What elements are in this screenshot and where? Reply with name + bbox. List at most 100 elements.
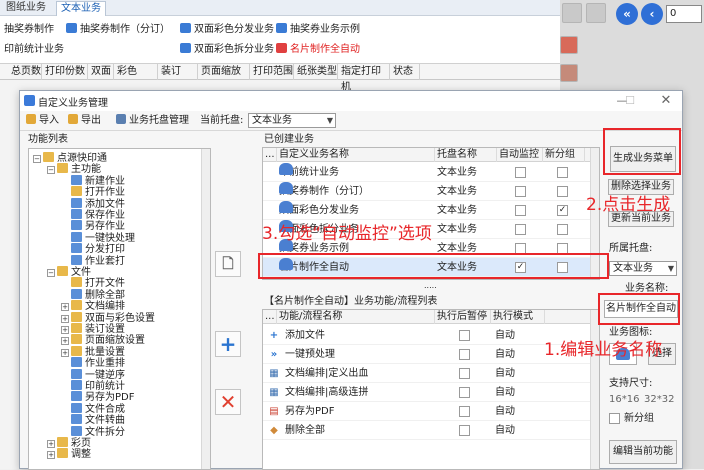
tree-item-label: 一键逆序 bbox=[85, 369, 125, 381]
created-business-row[interactable]: 印前统计业务 文本业务 bbox=[263, 163, 599, 182]
flow-name-cell: + 添加文件 bbox=[267, 326, 325, 345]
pause-after-checkbox[interactable] bbox=[459, 368, 470, 379]
tree-item-label: 添加文件 bbox=[85, 198, 125, 210]
flow-row[interactable]: ▤ 另存为PDF 自动 bbox=[263, 402, 599, 421]
ribbon-item-lottery[interactable]: 抽奖券制作 bbox=[4, 23, 54, 37]
column-print-range[interactable]: 打印范围 bbox=[250, 64, 294, 80]
first-page-icon[interactable]: « bbox=[616, 3, 638, 25]
header-dots[interactable]: ... bbox=[263, 310, 277, 324]
tray-select[interactable]: 文本业务 ▼ bbox=[609, 261, 677, 276]
expand-icon[interactable]: + bbox=[61, 326, 69, 334]
header-name[interactable]: 功能/流程名称 bbox=[277, 310, 435, 324]
expand-icon[interactable]: + bbox=[61, 348, 69, 357]
auto-monitor-checkbox[interactable] bbox=[515, 186, 526, 197]
delete-selected-button[interactable]: 删除选择业务 bbox=[608, 179, 674, 195]
header-newgroup[interactable]: 新分组 bbox=[543, 148, 585, 162]
new-group-checkbox[interactable] bbox=[557, 224, 568, 235]
flow-name-cell: ◆ 删除全部 bbox=[267, 421, 325, 440]
expand-icon[interactable]: + bbox=[61, 337, 69, 346]
collapse-icon[interactable]: − bbox=[47, 166, 55, 175]
fit-height-button[interactable] bbox=[586, 3, 606, 23]
thumbnail-icon[interactable] bbox=[560, 64, 578, 82]
import-button[interactable]: 导入 bbox=[26, 114, 59, 128]
column-paper-type[interactable]: 纸张类型 bbox=[294, 64, 338, 80]
exec-mode[interactable]: 自动 bbox=[495, 402, 515, 421]
ribbon-item-lottery-split[interactable]: 抽奖券制作（分订） bbox=[66, 23, 170, 37]
flow-grid-scrollbar[interactable] bbox=[590, 310, 599, 469]
prev-page-icon[interactable]: ‹ bbox=[641, 3, 663, 25]
header-dots[interactable]: ... bbox=[263, 148, 277, 162]
maximize-icon[interactable]: ☐ bbox=[620, 93, 640, 108]
tab-drawing-business[interactable]: 图纸业务 bbox=[2, 1, 50, 16]
column-status[interactable]: 状态 bbox=[390, 64, 420, 80]
header-auto[interactable]: 自动监控 bbox=[497, 148, 543, 162]
tree-item[interactable]: + 调整 bbox=[47, 448, 91, 461]
flow-row[interactable]: ▦ 文档编排|定义出血 自动 bbox=[263, 364, 599, 383]
pause-after-checkbox[interactable] bbox=[459, 330, 470, 341]
remove-button[interactable]: ✕ bbox=[215, 389, 241, 415]
exec-mode[interactable]: 自动 bbox=[495, 364, 515, 383]
header-name[interactable]: 自定义业务名称 bbox=[277, 148, 435, 162]
function-tree[interactable]: − 点源快印通 − 主功能 新建作业 打开作业 添加文件 保存作业 另存作业 一键快处理 分发打印作… bbox=[28, 148, 211, 470]
tree-scrollbar[interactable] bbox=[201, 149, 210, 469]
pause-after-checkbox[interactable] bbox=[459, 387, 470, 398]
tree-item-label: 另存作业 bbox=[85, 221, 125, 233]
user-icon bbox=[279, 182, 293, 194]
flow-row[interactable]: ▦ 文档编排|高级连拼 自动 bbox=[263, 383, 599, 402]
new-group-checkbox[interactable] bbox=[557, 167, 568, 178]
pause-after-checkbox[interactable] bbox=[459, 425, 470, 436]
folder-icon bbox=[71, 334, 82, 345]
column-page-scale[interactable]: 页面缩放 bbox=[198, 64, 250, 80]
flow-row[interactable]: ◆ 删除全部 自动 bbox=[263, 421, 599, 440]
created-business-row[interactable]: 双面彩色分发业务 文本业务 ✓ bbox=[263, 201, 599, 220]
auto-monitor-checkbox[interactable] bbox=[515, 167, 526, 178]
column-binding[interactable]: 装订 bbox=[158, 64, 198, 80]
header-pause[interactable]: 执行后暂停 bbox=[435, 310, 491, 324]
auto-monitor-checkbox[interactable] bbox=[515, 205, 526, 216]
fit-width-button[interactable] bbox=[562, 3, 582, 23]
pause-after-checkbox[interactable] bbox=[459, 349, 470, 360]
add-button[interactable]: + bbox=[215, 331, 241, 357]
expand-icon[interactable]: + bbox=[61, 303, 69, 312]
current-tray-select[interactable]: 文本业务 ▼ bbox=[248, 113, 336, 128]
bookmark-icon[interactable] bbox=[560, 36, 578, 54]
new-group-checkbox[interactable]: ✓ bbox=[557, 205, 568, 216]
created-business-row[interactable]: 抽奖券制作（分订） 文本业务 bbox=[263, 182, 599, 201]
collapse-icon[interactable]: − bbox=[47, 269, 55, 277]
column-copies[interactable]: 打印份数 bbox=[42, 64, 88, 80]
ribbon-item-business-card-auto[interactable]: 名片制作全自动 bbox=[276, 43, 360, 57]
collapse-icon[interactable]: − bbox=[33, 155, 41, 163]
header-mode[interactable]: 执行模式 bbox=[491, 310, 545, 324]
auto-monitor-checkbox[interactable] bbox=[515, 224, 526, 235]
column-color[interactable]: 彩色 bbox=[114, 64, 158, 80]
header-tray[interactable]: 托盘名称 bbox=[435, 148, 497, 162]
business-ribbon: 抽奖券制作 抽奖券制作（分订） 双面彩色分发业务 抽奖券业务示例 印前统计业务 … bbox=[0, 16, 560, 64]
column-printer[interactable]: 指定打印机 bbox=[338, 64, 390, 93]
pause-after-checkbox[interactable] bbox=[459, 406, 470, 417]
exec-mode[interactable]: 自动 bbox=[495, 383, 515, 402]
tab-text-business[interactable]: 文本业务 bbox=[56, 1, 106, 16]
ribbon-item-duplex-color-split[interactable]: 双面彩色拆分业务 bbox=[180, 43, 274, 57]
ribbon-item-lottery-sample[interactable]: 抽奖券业务示例 bbox=[276, 23, 360, 37]
new-group-checkbox[interactable] bbox=[609, 413, 620, 424]
exec-mode[interactable]: 自动 bbox=[495, 326, 515, 345]
close-icon[interactable]: ✕ bbox=[656, 93, 676, 108]
expand-icon[interactable]: + bbox=[47, 440, 55, 448]
page-number-input[interactable]: 0 bbox=[666, 5, 702, 23]
edit-function-button[interactable]: 编辑当前功能 bbox=[609, 440, 677, 464]
expand-icon[interactable]: + bbox=[47, 451, 55, 460]
column-total-pages[interactable]: 总页数 bbox=[8, 64, 42, 80]
exec-mode[interactable]: 自动 bbox=[495, 345, 515, 364]
expand-icon[interactable]: + bbox=[61, 314, 69, 323]
tray-management-button[interactable]: 业务托盘管理 bbox=[116, 114, 189, 128]
user-icon bbox=[180, 23, 191, 33]
dialog-toolbar: 导入 导出 业务托盘管理 当前托盘: 文本业务 ▼ bbox=[20, 111, 682, 131]
export-button[interactable]: 导出 bbox=[68, 114, 101, 128]
new-doc-button[interactable]: 🗋 bbox=[215, 251, 241, 277]
ribbon-item-prepress-stats[interactable]: 印前统计业务 bbox=[4, 43, 64, 57]
ribbon-item-duplex-color-distribute[interactable]: 双面彩色分发业务 bbox=[180, 23, 274, 37]
column-duplex[interactable]: 双面 bbox=[88, 64, 114, 80]
new-group-checkbox[interactable] bbox=[557, 186, 568, 197]
size-32: 32*32 bbox=[644, 394, 675, 405]
exec-mode[interactable]: 自动 bbox=[495, 421, 515, 440]
